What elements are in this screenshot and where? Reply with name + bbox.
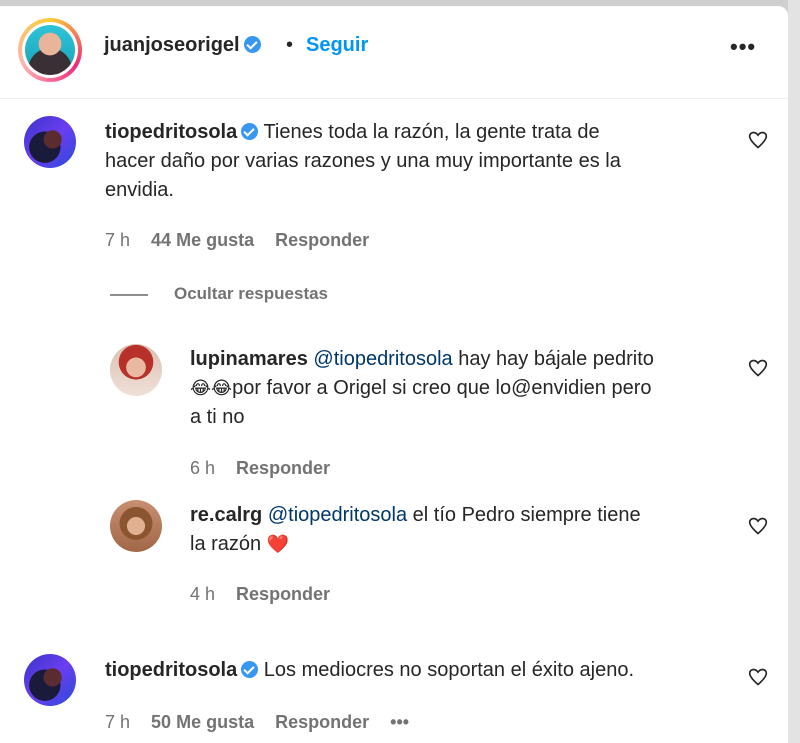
hide-replies-button[interactable]: Ocultar respuestas [110,284,328,304]
verified-badge-icon [243,36,261,53]
mention-link[interactable]: @tiopedritosola [313,348,452,370]
comment-time: 4 h [190,584,216,604]
comment-text: tiopedritosola Los mediocres no soportan… [105,656,725,685]
follow-button[interactable]: Seguir [306,34,368,57]
post-header: juanjoseorigel • Seguir ••• [0,6,788,99]
comment-body-line2: por favor a Origel si creo que lo@envidi… [232,377,652,399]
comment-meta: 7 h 44 Me gusta Responder [105,230,385,251]
comment-body-line2: hacer daño por varias razones y una muy … [105,150,621,172]
comment-text: lupinamares @tiopedritosola hay hay bája… [190,345,740,432]
comment-body-line3: a ti no [190,406,245,428]
comment-body-line1: Tienes toda la razón, la gente trata de [263,121,600,143]
avatar-image [25,25,75,75]
heart-outline-icon[interactable] [748,516,768,536]
reply-button[interactable]: Responder [275,712,369,732]
comment-username[interactable]: lupinamares [190,348,308,370]
red-heart-emoji: ❤️ [266,534,290,555]
divider-line [110,293,148,296]
comment-avatar[interactable] [24,116,76,168]
verified-badge-icon [241,661,259,678]
comment-body-line1: Los mediocres no soportan el éxito ajeno… [263,659,635,681]
comment-time: 6 h [190,458,216,478]
comment-body-line3: envidia. [105,179,174,201]
more-options-icon[interactable]: ••• [730,34,756,60]
heart-outline-icon[interactable] [748,130,768,150]
reply-button[interactable]: Responder [236,584,330,604]
laughing-emoji: 😂😂 [190,378,233,399]
hide-replies-label: Ocultar respuestas [174,284,329,303]
comments-panel: juanjoseorigel • Seguir ••• tiopedritoso… [0,6,788,743]
likes-count[interactable]: 50 Me gusta [151,712,254,732]
comment-username[interactable]: re.calrg [190,504,262,526]
profile-avatar[interactable] [18,18,82,82]
comment-username[interactable]: tiopedritosola [105,659,237,681]
separator-dot: • [286,34,294,56]
scrollbar-track[interactable] [788,0,800,743]
verified-badge-icon [241,123,259,140]
comment-username[interactable]: tiopedritosola [105,121,237,143]
comment-time: 7 h [105,712,131,732]
comment-body-line1: el tío Pedro siempre tiene [412,504,641,526]
comment-body-line1: hay hay bájale pedrito [458,348,654,370]
comment-text: re.calrg @tiopedritosola el tío Pedro si… [190,501,740,559]
comment-avatar[interactable] [110,500,162,552]
comment-more-icon[interactable]: ••• [390,712,409,732]
post-author[interactable]: juanjoseorigel [104,34,261,57]
comment-time: 7 h [105,230,131,250]
comment-text: tiopedritosola Tienes toda la razón, la … [105,118,725,205]
reply-button[interactable]: Responder [275,230,369,250]
heart-outline-icon[interactable] [748,667,768,687]
comment-avatar[interactable] [110,344,162,396]
likes-count[interactable]: 44 Me gusta [151,230,254,250]
comment-avatar[interactable] [24,654,76,706]
heart-outline-icon[interactable] [748,358,768,378]
comment-body-line2: la razón [190,533,262,555]
mention-link[interactable]: @tiopedritosola [268,504,407,526]
comment-meta: 6 h Responder [190,458,346,479]
comment-meta: 4 h Responder [190,584,346,605]
post-author-username[interactable]: juanjoseorigel [104,34,240,56]
comment-meta: 7 h 50 Me gusta Responder ••• [105,712,425,733]
reply-button[interactable]: Responder [236,458,330,478]
